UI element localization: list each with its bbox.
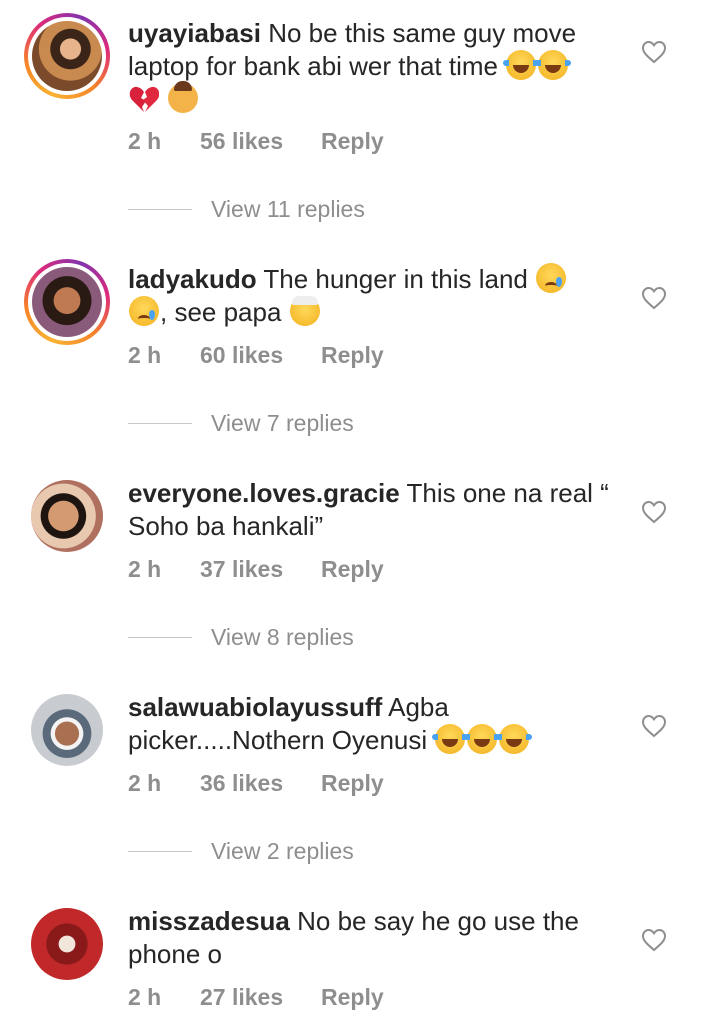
comment-text: uyayiabasi No be this same guy move lapt… <box>128 17 628 116</box>
comment-username[interactable]: everyone.loves.gracie <box>128 478 400 508</box>
view-replies-button[interactable]: View 11 replies <box>128 196 365 223</box>
view-replies-label: View 2 replies <box>211 838 354 864</box>
avatar[interactable] <box>31 694 103 766</box>
comment-username[interactable]: uyayiabasi <box>128 18 261 48</box>
comment-text: salawuabiolayussuff Agba picker.....Noth… <box>128 691 628 757</box>
comment-time: 2 h <box>128 556 162 582</box>
heart-outline-icon[interactable] <box>641 928 667 952</box>
view-replies-button[interactable]: View 2 replies <box>128 838 354 865</box>
reply-button[interactable]: Reply <box>321 556 384 583</box>
avatar[interactable] <box>24 13 110 99</box>
view-replies-label: View 8 replies <box>211 624 354 650</box>
replies-divider <box>128 423 192 424</box>
comment-username[interactable]: salawuabiolayussuff <box>128 692 382 722</box>
face-with-tears-of-joy-icon <box>503 50 540 80</box>
crying-face-icon <box>536 263 567 293</box>
person-facepalming-icon <box>168 81 199 113</box>
comment-body-line2: picker.....Nothern Oyenusi <box>128 725 428 755</box>
comment-likes[interactable]: 36 likes <box>200 770 321 797</box>
comment-body-line2: phone o <box>128 939 222 969</box>
view-replies-label: View 11 replies <box>211 196 365 222</box>
older-person-icon <box>289 296 320 326</box>
avatar[interactable] <box>31 908 103 980</box>
comment-time: 2 h <box>128 342 162 368</box>
comment-likes[interactable]: 27 likes <box>200 984 321 1011</box>
avatar[interactable] <box>31 480 103 552</box>
comment-text: ladyakudo The hunger in this land , see … <box>128 263 628 329</box>
comment-body: No be say he go use the <box>297 906 579 936</box>
replies-divider <box>128 637 192 638</box>
comment-body-line2: Soho ba hankali” <box>128 511 324 541</box>
reply-button[interactable]: Reply <box>321 984 384 1011</box>
comment-body-line2: laptop for bank abi wer that time <box>128 51 498 81</box>
comment-body: Agba <box>388 692 449 722</box>
comment-text: everyone.loves.gracie This one na real “… <box>128 477 628 543</box>
comment-likes[interactable]: 37 likes <box>200 556 321 583</box>
face-with-tears-of-joy-icon <box>535 50 572 80</box>
comment-time: 2 h <box>128 128 162 154</box>
replies-divider <box>128 851 192 852</box>
comment-username[interactable]: ladyakudo <box>128 264 257 294</box>
heart-outline-icon[interactable] <box>641 500 667 524</box>
comment-meta: 2 h 36 likes Reply <box>128 770 384 797</box>
comment-body-line2: , see papa <box>160 297 282 327</box>
crying-face-icon <box>129 296 159 326</box>
face-with-tears-of-joy-icon <box>464 724 501 754</box>
comment-time: 2 h <box>128 770 162 796</box>
avatar[interactable] <box>24 259 110 345</box>
comment-meta: 2 h 37 likes Reply <box>128 556 384 583</box>
view-replies-button[interactable]: View 8 replies <box>128 624 354 651</box>
view-replies-label: View 7 replies <box>211 410 354 436</box>
reply-button[interactable]: Reply <box>321 342 384 369</box>
face-with-tears-of-joy-icon <box>432 724 469 754</box>
comment-meta: 2 h 27 likes Reply <box>128 984 384 1011</box>
comment-text: misszadesua No be say he go use the phon… <box>128 905 628 971</box>
comment-body: The hunger in this land <box>263 264 528 294</box>
comment-time: 2 h <box>128 984 162 1010</box>
heart-outline-icon[interactable] <box>641 286 667 310</box>
face-with-tears-of-joy-icon <box>496 724 533 754</box>
view-replies-button[interactable]: View 7 replies <box>128 410 354 437</box>
comment-body: This one na real “ <box>406 478 609 508</box>
comment-body: No be this same guy move <box>268 18 577 48</box>
reply-button[interactable]: Reply <box>321 770 384 797</box>
comment-username[interactable]: misszadesua <box>128 906 290 936</box>
reply-button[interactable]: Reply <box>321 128 384 155</box>
comment-likes[interactable]: 60 likes <box>200 342 321 369</box>
comment-meta: 2 h 56 likes Reply <box>128 128 384 155</box>
comment-likes[interactable]: 56 likes <box>200 128 321 155</box>
heart-outline-icon[interactable] <box>641 40 667 64</box>
broken-heart-icon <box>129 86 159 112</box>
comment-meta: 2 h 60 likes Reply <box>128 342 384 369</box>
replies-divider <box>128 209 192 210</box>
heart-outline-icon[interactable] <box>641 714 667 738</box>
